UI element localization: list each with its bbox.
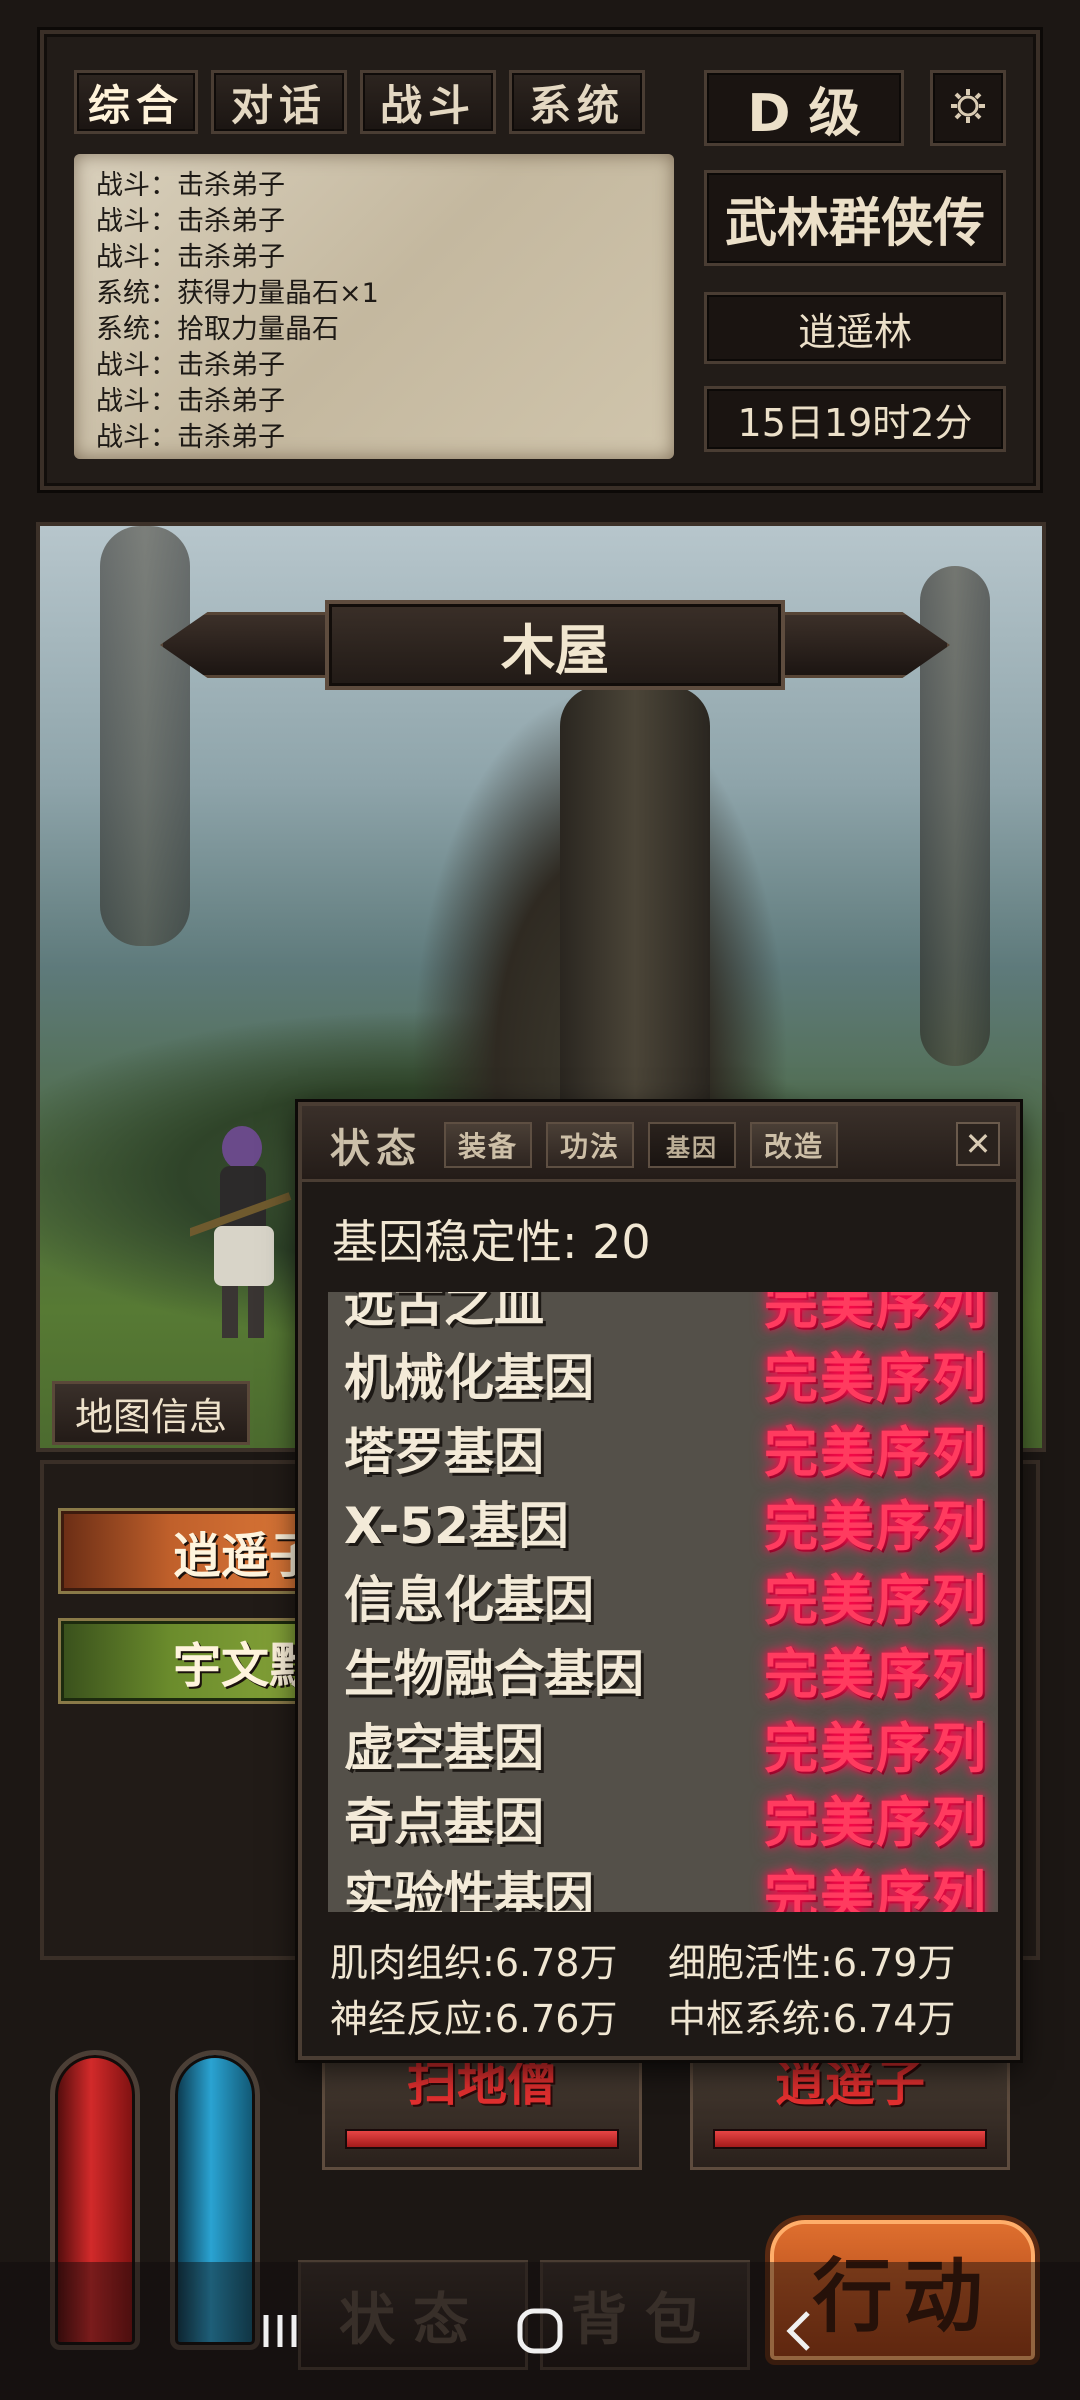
rank-badge: D 级: [704, 70, 904, 146]
gene-name: 奇点基因: [344, 1793, 544, 1851]
close-icon: ✕: [964, 1125, 992, 1163]
list-item[interactable]: X-52基因 完美序列: [328, 1478, 998, 1558]
modal-title: 状态: [330, 1126, 422, 1172]
gene-stability: 基因稳定性: 20: [332, 1206, 651, 1272]
home-button[interactable]: [495, 2286, 585, 2376]
scene-banner: 木屋: [160, 592, 950, 697]
list-item[interactable]: 奇点基因 完美序列: [328, 1774, 998, 1854]
gene-status: 完美序列: [764, 1495, 988, 1558]
tab-modification[interactable]: 改造: [750, 1122, 838, 1168]
attribute-label: 肌肉组织: [330, 1941, 483, 1985]
attribute-value: 6.74万: [832, 1997, 956, 2041]
attribute-label: 神经反应: [330, 1997, 483, 2041]
status-modal: 状态 装备 功法 基因 改造 ✕ 基因稳定性: 20 远古之血 完美序列 机械化…: [298, 1102, 1020, 2060]
gene-status: 完美序列: [764, 1421, 988, 1484]
stability-value: 20: [592, 1215, 651, 1269]
tab-general[interactable]: 综合: [74, 70, 198, 134]
hp-fill: [715, 2131, 985, 2147]
list-item[interactable]: 机械化基因 完美序列: [328, 1330, 998, 1410]
npc-button[interactable]: 逍遥子: [58, 1508, 338, 1594]
attribute-value: 6.76万: [494, 1997, 618, 2041]
attribute-nerve: 神经反应:6.76万: [330, 1997, 618, 2041]
gene-name: 实验性基因: [344, 1867, 594, 1912]
message-log: 战斗：击杀弟子 战斗：击杀弟子 战斗：击杀弟子 系统：获得力量晶石×1 系统：拾…: [74, 154, 674, 459]
attribute-cell: 细胞活性:6.79万: [668, 1941, 956, 1985]
attribute-value: 6.78万: [494, 1941, 618, 1985]
log-line: 系统：获得力量晶石×1: [96, 278, 379, 309]
list-item[interactable]: 实验性基因 完美序列: [328, 1848, 998, 1912]
gear-icon: [948, 86, 988, 130]
log-line: 战斗：击杀弟子: [96, 170, 285, 201]
attribute-muscle: 肌肉组织:6.78万: [330, 1941, 618, 1985]
list-item[interactable]: 虚空基因 完美序列: [328, 1700, 998, 1780]
list-item[interactable]: 信息化基因 完美序列: [328, 1552, 998, 1632]
home-icon: [517, 2308, 563, 2354]
gene-name: 机械化基因: [344, 1349, 594, 1407]
log-line: 系统：拾取力量晶石: [96, 314, 339, 345]
hp-bar: [713, 2129, 987, 2149]
gene-status: 完美序列: [764, 1717, 988, 1780]
gene-name: 信息化基因: [344, 1571, 594, 1629]
list-item[interactable]: 塔罗基因 完美序列: [328, 1404, 998, 1484]
attribute-central: 中枢系统:6.74万: [668, 1997, 956, 2041]
recent-apps-icon: [263, 2315, 297, 2347]
gene-status: 完美序列: [764, 1791, 988, 1854]
attribute-label: 细胞活性: [668, 1941, 821, 1985]
gene-name: 生物融合基因: [344, 1645, 644, 1703]
enemy-card[interactable]: 逍遥子: [690, 2050, 1010, 2170]
tab-combat[interactable]: 战斗: [360, 70, 496, 134]
gene-status: 完美序列: [764, 1569, 988, 1632]
stability-label: 基因稳定性:: [332, 1215, 578, 1269]
scene-tree: [100, 526, 190, 946]
log-line: 战斗：击杀弟子: [96, 242, 285, 273]
tab-dialogue[interactable]: 对话: [211, 70, 347, 134]
log-line: 战斗：击杀弟子: [96, 386, 285, 417]
list-item[interactable]: 生物融合基因 完美序列: [328, 1626, 998, 1706]
player-character: [190, 1126, 292, 1338]
game-title: 武林群侠传: [704, 170, 1006, 266]
list-item[interactable]: 远古之血 完美序列: [328, 1292, 998, 1336]
tab-equipment[interactable]: 装备: [444, 1122, 532, 1168]
log-line: 战斗：击杀弟子: [96, 206, 285, 237]
attribute-label: 中枢系统: [668, 1997, 821, 2041]
gene-name: 虚空基因: [344, 1719, 544, 1777]
scene-name: 木屋: [325, 600, 785, 690]
top-info-panel: 综合 对话 战斗 系统 战斗：击杀弟子 战斗：击杀弟子 战斗：击杀弟子 系统：获…: [40, 30, 1040, 490]
tab-skills[interactable]: 功法: [546, 1122, 634, 1168]
log-line: 战斗：击杀弟子: [96, 422, 285, 453]
back-icon: [786, 2311, 810, 2351]
banner-wing-right: [760, 612, 950, 678]
recent-apps-button[interactable]: [235, 2286, 325, 2376]
tab-system[interactable]: 系统: [509, 70, 645, 134]
settings-button[interactable]: [930, 70, 1006, 146]
game-time: 15日19时2分: [704, 386, 1006, 452]
modal-header: 状态 装备 功法 基因 改造 ✕: [302, 1106, 1016, 1182]
map-info-button[interactable]: 地图信息: [52, 1381, 250, 1445]
gene-name: 塔罗基因: [344, 1423, 544, 1481]
tab-genes[interactable]: 基因: [648, 1122, 736, 1168]
gene-status: 完美序列: [764, 1865, 988, 1912]
system-nav-bar: [0, 2262, 1080, 2400]
gene-status: 完美序列: [764, 1347, 988, 1410]
close-button[interactable]: ✕: [956, 1122, 1000, 1166]
banner-wing-left: [160, 612, 350, 678]
npc-button[interactable]: 宇文默: [58, 1618, 338, 1704]
gene-name: X-52基因: [344, 1497, 569, 1555]
gene-status: 完美序列: [764, 1643, 988, 1706]
attribute-value: 6.79万: [832, 1941, 956, 1985]
log-line: 战斗：击杀弟子: [96, 350, 285, 381]
hp-fill: [347, 2131, 617, 2147]
hp-bar: [345, 2129, 619, 2149]
enemy-card[interactable]: 扫地僧: [322, 2050, 642, 2170]
location-label: 逍遥林: [704, 292, 1006, 364]
gene-list[interactable]: 远古之血 完美序列 机械化基因 完美序列 塔罗基因 完美序列 X-52基因 完美…: [328, 1292, 998, 1912]
back-button[interactable]: [755, 2286, 845, 2376]
